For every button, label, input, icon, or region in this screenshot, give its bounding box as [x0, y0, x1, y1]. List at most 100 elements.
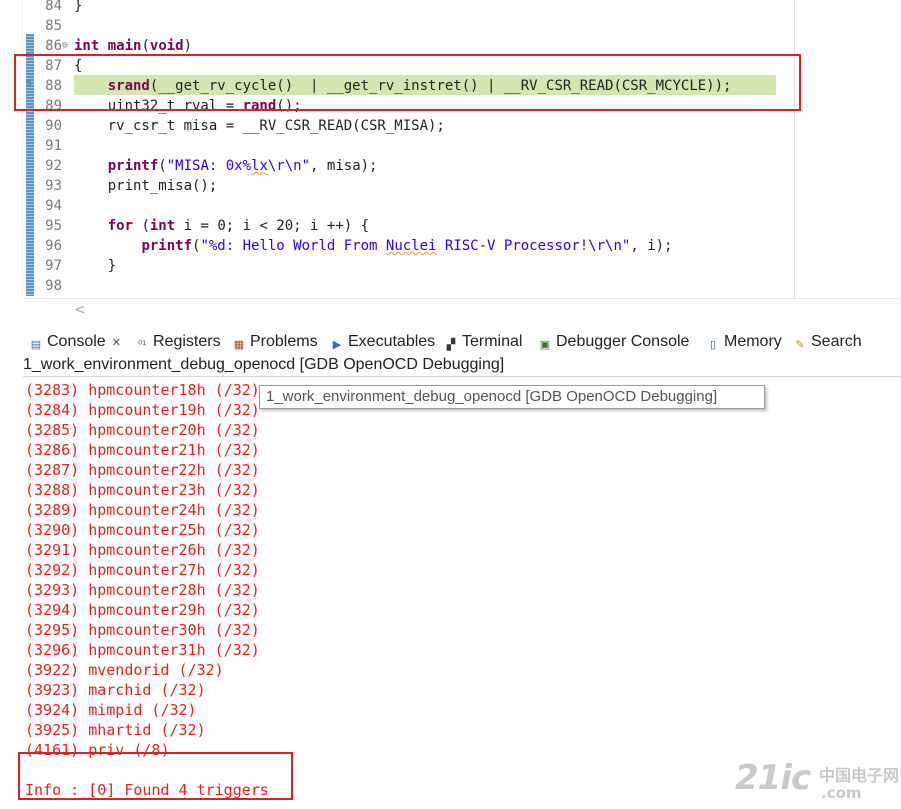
code-token: int	[74, 38, 100, 54]
code-token: "%d: Hello World From	[200, 238, 386, 254]
watermark-cn: 中国电子网	[819, 766, 900, 785]
code-token: printf	[141, 238, 193, 254]
debugger-console-icon: ▣	[539, 339, 551, 351]
line-number: 96	[45, 238, 62, 254]
code-text: printf("MISA: 0x%lx\r\n", misa);	[74, 156, 378, 176]
console-line: (3287) hpmcounter22h (/32)	[25, 461, 260, 479]
code-token: , misa);	[310, 158, 378, 174]
tab-label: Registers	[153, 333, 221, 350]
code-line[interactable]: 96 printf("%d: Hello World From Nuclei R…	[0, 236, 794, 256]
code-text: for (int i = 0; i < 20; i ++) {	[74, 216, 369, 236]
tab-label: Problems	[250, 333, 318, 350]
console-output[interactable]: (3283) hpmcounter18h (/32) (3284) hpmcoun…	[25, 380, 885, 800]
console-line: (3296) hpmcounter31h (/32)	[25, 641, 260, 659]
code-token: (	[141, 38, 150, 54]
tab-problems[interactable]: ▦ Problems	[232, 331, 318, 355]
tab-label: Terminal	[462, 333, 523, 350]
tab-label: Search	[811, 333, 862, 350]
view-tab-bar: ▤ Console ✕ ⁰¹ Registers ▦ Problems ▶ Executable…	[23, 331, 901, 355]
console-line: (3288) hpmcounter23h (/32)	[25, 481, 260, 499]
close-icon[interactable]: ✕	[112, 337, 121, 349]
code-token: }	[74, 0, 83, 14]
code-line[interactable]: 95 for (int i = 0; i < 20; i ++) {	[0, 216, 794, 236]
code-text: }	[74, 256, 116, 276]
code-line[interactable]: 91	[0, 136, 794, 156]
console-line: (3294) hpmcounter29h (/32)	[25, 601, 260, 619]
code-token: (	[158, 158, 167, 174]
watermark-text: 21ic	[735, 758, 811, 798]
fold-toggle-icon[interactable]: ⊖	[62, 36, 68, 56]
code-line[interactable]: 93 print_misa();	[0, 176, 794, 196]
console-icon: ▤	[30, 339, 42, 351]
console-line: (3289) hpmcounter24h (/32)	[25, 501, 260, 519]
code-token: i = 0; i < 20; i ++) {	[175, 218, 370, 234]
code-token: rv_csr_t misa = __RV_CSR_READ(CSR_MISA);	[74, 118, 445, 134]
tab-label: Debugger Console	[556, 333, 690, 350]
tab-registers[interactable]: ⁰¹ Registers	[135, 331, 221, 355]
code-token: printf	[107, 158, 159, 174]
scroll-left-icon[interactable]: <	[74, 302, 86, 318]
tab-terminal[interactable]: ▞ Terminal	[444, 331, 523, 355]
code-token: main	[107, 38, 142, 54]
code-token: }	[74, 258, 117, 274]
line-number: 95	[45, 218, 62, 234]
code-token: RISC-V Processor!\r\n"	[436, 238, 631, 254]
line-number: 98	[45, 278, 62, 294]
code-line[interactable]: 84}	[0, 0, 794, 16]
console-line: (3924) mimpid (/32)	[25, 701, 197, 719]
console-line: (3285) hpmcounter20h (/32)	[25, 421, 260, 439]
code-token: \r\n"	[267, 158, 311, 174]
code-token: lx	[251, 158, 268, 174]
console-line: (3286) hpmcounter21h (/32)	[25, 441, 260, 459]
console-line: (3291) hpmcounter26h (/32)	[25, 541, 260, 559]
tab-executables[interactable]: ▶ Executables	[330, 331, 435, 355]
code-line[interactable]: 94	[0, 196, 794, 216]
code-token: "MISA: 0x%	[166, 158, 252, 174]
tab-label: Memory	[724, 333, 782, 350]
code-line[interactable]: 86 ⊖ int main(void)	[0, 36, 794, 56]
console-line: (3923) marchid (/32)	[25, 681, 206, 699]
code-token: )	[183, 38, 193, 54]
tab-search[interactable]: ✎ Search	[793, 331, 862, 355]
editor-print-margin	[794, 0, 795, 298]
code-token: int	[149, 218, 176, 234]
watermark-logo: 21ic 中国电子网 .com	[735, 758, 901, 808]
tab-label: Console	[47, 333, 106, 350]
line-number: 86	[45, 38, 62, 54]
code-line[interactable]: 97 }	[0, 256, 794, 276]
line-number: 93	[45, 178, 62, 194]
code-token: (	[133, 218, 150, 234]
code-token: void	[149, 38, 184, 54]
console-line: (3290) hpmcounter25h (/32)	[25, 521, 260, 539]
tab-memory[interactable]: ▯ Memory	[706, 331, 782, 355]
console-line: (3925) mhartid (/32)	[25, 721, 206, 739]
tab-label: Executables	[348, 333, 436, 350]
highlight-box-srand	[14, 54, 801, 111]
search-icon: ✎	[795, 339, 805, 351]
console-line: (3292) hpmcounter27h (/32)	[25, 561, 260, 579]
problems-icon: ▦	[233, 339, 245, 351]
line-number: 85	[45, 18, 62, 34]
tab-debugger-console[interactable]: ▣ Debugger Console	[538, 331, 690, 355]
code-line[interactable]: 85	[0, 16, 794, 36]
code-line[interactable]: 98	[0, 276, 794, 296]
console-line: (3293) hpmcounter28h (/32)	[25, 581, 260, 599]
tab-console[interactable]: ▤ Console ✕	[29, 331, 121, 355]
line-number: 92	[45, 158, 62, 174]
code-line[interactable]: 90 rv_csr_t misa = __RV_CSR_READ(CSR_MIS…	[0, 116, 794, 136]
line-number: 97	[45, 258, 62, 274]
console-title: 1_work_environment_debug_openocd [GDB Op…	[23, 356, 505, 373]
editor-horizontal-scrollbar[interactable]: <	[24, 298, 901, 324]
code-text: printf("%d: Hello World From Nuclei RISC…	[74, 236, 673, 256]
highlight-box-triggers	[18, 752, 293, 800]
code-token: for	[107, 218, 134, 234]
line-number: 84	[45, 0, 62, 14]
code-line[interactable]: 92 printf("MISA: 0x%lx\r\n", misa);	[0, 156, 794, 176]
console-line: (3922) mvendorid (/32)	[25, 661, 224, 679]
code-token: Nuclei	[385, 238, 437, 254]
line-number: 90	[45, 118, 62, 134]
watermark-com: .com	[821, 784, 862, 802]
code-token: , i);	[630, 238, 673, 254]
code-editor[interactable]: ➲ 84} 85 86 ⊖ int main(void) 87{88 srand(__ge…	[0, 0, 901, 325]
